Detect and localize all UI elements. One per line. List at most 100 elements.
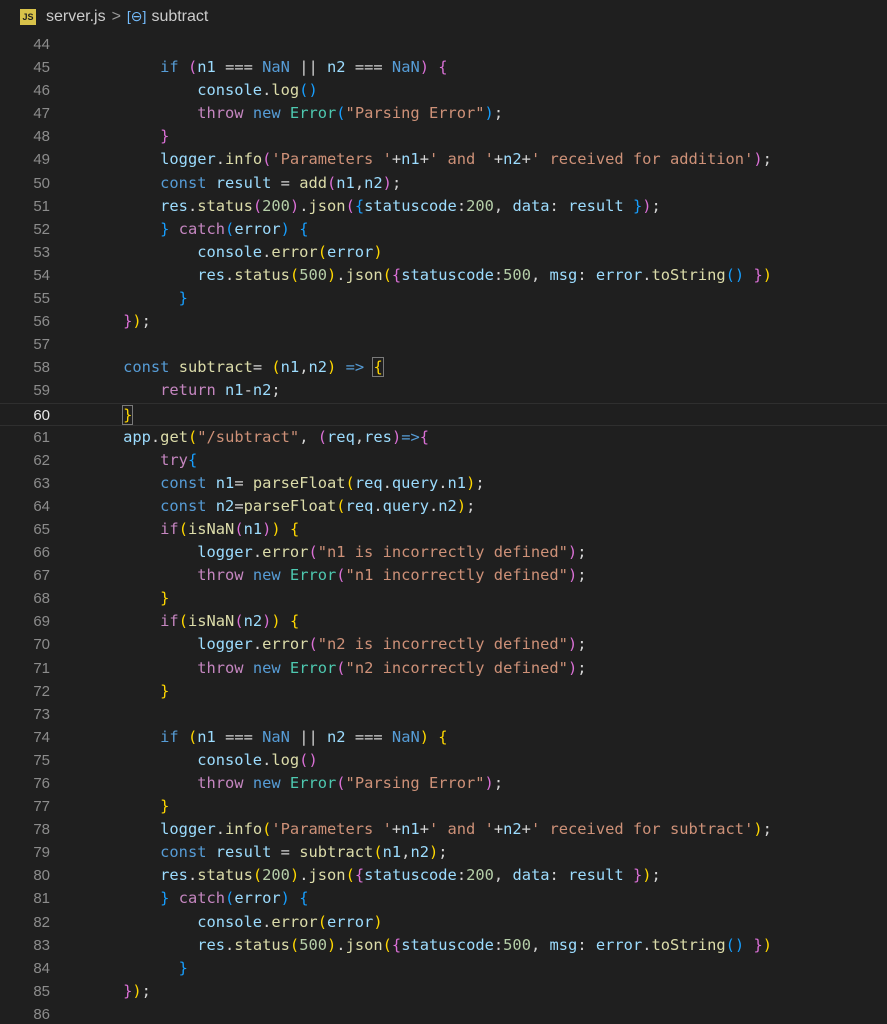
code-line[interactable]: 61 app.get("/subtract", (req,res)=>{ <box>0 426 887 449</box>
code-line[interactable]: 80 res.status(200).json({statuscode:200,… <box>0 864 887 887</box>
code-line[interactable]: 65 if(isNaN(n1)) { <box>0 518 887 541</box>
code-token: 500 <box>299 935 327 954</box>
code-token: + <box>391 150 402 169</box>
code-line[interactable]: 71 throw new Error("n2 incorrectly defin… <box>0 657 887 680</box>
code-line[interactable]: 66 logger.error("n1 is incorrectly defin… <box>0 541 887 564</box>
code-text: } catch(error) { <box>86 218 309 241</box>
code-token: () <box>299 750 318 769</box>
code-line[interactable]: 81 } catch(error) { <box>0 887 887 910</box>
code-line[interactable]: 64 const n2=parseFloat(req.query.n2); <box>0 495 887 518</box>
code-line[interactable]: 45 if (n1 === NaN || n2 === NaN) { <box>0 56 887 79</box>
code-token: () <box>299 81 318 100</box>
code-token: ; <box>762 820 772 839</box>
code-token: ) <box>484 104 494 123</box>
code-token: : <box>549 866 569 885</box>
code-line[interactable]: 68 } <box>0 587 887 610</box>
code-token: ) <box>466 473 476 492</box>
code-line[interactable]: 55 } <box>0 287 887 310</box>
code-line[interactable]: 54 res.status(500).json({statuscode:500,… <box>0 264 887 287</box>
line-number: 50 <box>33 174 50 192</box>
code-line[interactable]: 58 const subtract= (n1,n2) => { <box>0 356 887 379</box>
code-line[interactable]: 53 console.error(error) <box>0 241 887 264</box>
code-token: json <box>308 866 346 885</box>
code-line[interactable]: 57 <box>0 333 887 356</box>
js-file-icon: JS <box>20 8 36 25</box>
code-line[interactable]: 75 console.log() <box>0 749 887 772</box>
code-token: ( <box>187 58 198 77</box>
code-editor[interactable]: 44 45 if (n1 === NaN || n2 === NaN) {46 c… <box>0 33 887 1024</box>
code-text: res.status(200).json({statuscode:200, da… <box>86 864 661 887</box>
code-text: res.status(500).json({statuscode:500, ms… <box>86 264 772 287</box>
code-token: result <box>568 866 624 885</box>
code-text: console.error(error) <box>86 241 382 264</box>
code-line[interactable]: 84 } <box>0 957 887 980</box>
code-line[interactable]: 47 throw new Error("Parsing Error"); <box>0 102 887 125</box>
line-number: 70 <box>33 636 50 654</box>
code-token: new <box>252 774 281 792</box>
code-token: Error <box>289 104 337 123</box>
code-token: status <box>234 265 290 284</box>
code-line[interactable]: 85 }); <box>0 980 887 1003</box>
code-token: "n1 is incorrectly defined" <box>317 543 568 562</box>
code-line[interactable]: 48 } <box>0 125 887 148</box>
code-line[interactable]: 60 } <box>0 402 887 426</box>
code-line[interactable]: 62 try{ <box>0 449 887 472</box>
code-token: { <box>299 219 309 238</box>
code-line[interactable]: 59 return n1-n2; <box>0 379 887 402</box>
code-line[interactable]: 73 <box>0 703 887 726</box>
code-line[interactable]: 83 res.status(500).json({statuscode:500,… <box>0 934 887 957</box>
code-token: res <box>364 427 392 446</box>
code-token: n1 <box>447 473 467 492</box>
code-line[interactable]: 49 logger.info('Parameters '+n1+' and '+… <box>0 148 887 171</box>
code-line[interactable]: 77 } <box>0 795 887 818</box>
code-line[interactable]: 78 logger.info('Parameters '+n1+' and '+… <box>0 818 887 841</box>
code-token: : <box>456 866 467 885</box>
code-token: ; <box>271 381 281 400</box>
code-token: 200 <box>262 196 290 215</box>
code-token: ( <box>271 358 281 377</box>
code-line[interactable]: 44 <box>0 33 887 56</box>
code-token: ( <box>289 935 300 954</box>
code-token: query <box>391 473 439 492</box>
code-token: , <box>354 173 365 192</box>
code-line[interactable]: 50 const result = add(n1,n2); <box>0 172 887 195</box>
code-token: status <box>197 196 253 215</box>
code-line[interactable]: 56 }); <box>0 310 887 333</box>
code-token: n1 <box>401 150 420 169</box>
code-token: } <box>753 935 763 954</box>
line-number: 56 <box>33 313 50 331</box>
code-line[interactable]: 74 if (n1 === NaN || n2 === NaN) { <box>0 726 887 749</box>
code-line[interactable]: 67 throw new Error("n1 incorrectly defin… <box>0 564 887 587</box>
code-line[interactable]: 51 res.status(200).json({statuscode:200,… <box>0 195 887 218</box>
code-token: catch <box>178 219 226 238</box>
line-number: 45 <box>33 59 50 77</box>
code-line[interactable]: 70 logger.error("n2 is incorrectly defin… <box>0 633 887 656</box>
code-text: res.status(200).json({statuscode:200, da… <box>86 195 661 218</box>
code-token: catch <box>178 889 226 908</box>
code-token: ) <box>373 912 383 931</box>
code-token: "/subtract" <box>197 427 300 446</box>
code-token: . <box>215 820 226 839</box>
code-line[interactable]: 82 console.error(error) <box>0 911 887 934</box>
code-token: ) <box>753 820 763 839</box>
code-token: statuscode <box>364 196 457 215</box>
code-line[interactable]: 86 <box>0 1003 887 1024</box>
breadcrumb-symbol[interactable]: subtract <box>151 8 208 26</box>
code-line[interactable]: 52 } catch(error) { <box>0 218 887 241</box>
code-line[interactable]: 72 } <box>0 680 887 703</box>
code-line[interactable]: 46 console.log() <box>0 79 887 102</box>
code-line[interactable]: 69 if(isNaN(n2)) { <box>0 610 887 633</box>
breadcrumb-file[interactable]: server.js <box>46 8 106 26</box>
code-line[interactable]: 76 throw new Error("Parsing Error"); <box>0 772 887 795</box>
code-line[interactable]: 79 const result = subtract(n1,n2); <box>0 841 887 864</box>
code-line[interactable]: 63 const n1= parseFloat(req.query.n1); <box>0 472 887 495</box>
code-token: error <box>234 219 281 238</box>
code-token: ( <box>187 427 198 446</box>
code-token: n1 <box>336 173 355 192</box>
